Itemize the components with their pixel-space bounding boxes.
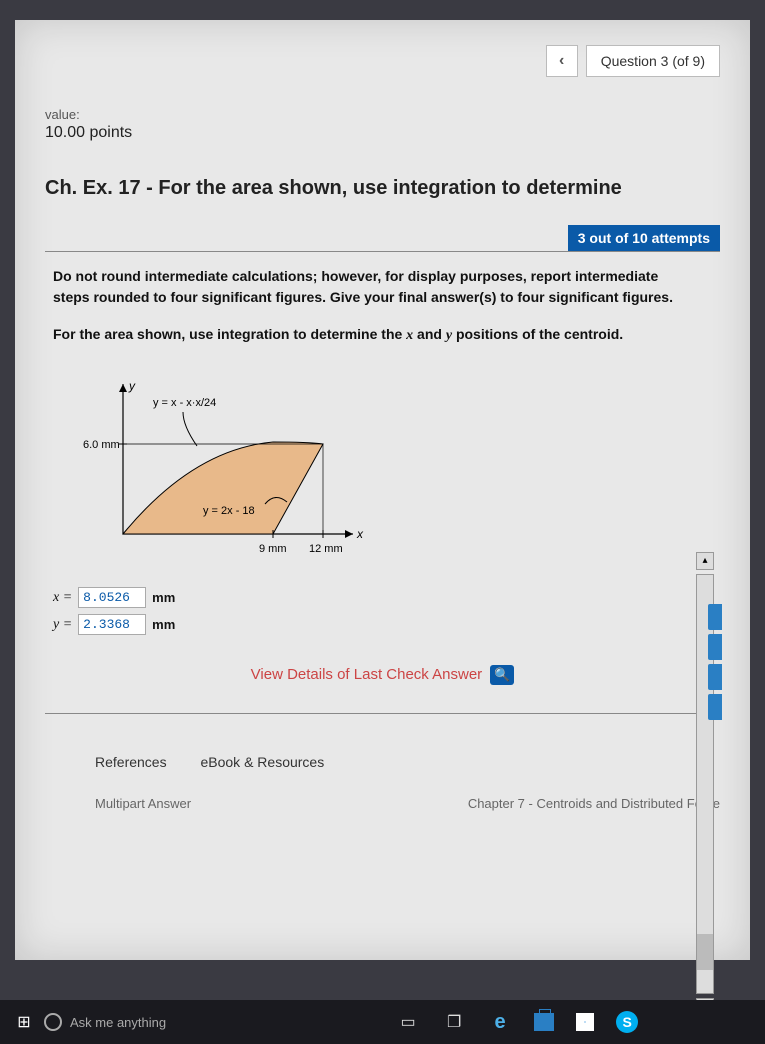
- windows-taskbar: ⊞ Ask me anything ▭ ❐ e S: [0, 1000, 765, 1044]
- y-answer-input[interactable]: [78, 614, 146, 635]
- x-axis-label: x: [356, 527, 364, 541]
- multitask-icon[interactable]: ❐: [442, 1012, 466, 1032]
- cortana-placeholder: Ask me anything: [70, 1015, 166, 1030]
- view-details-link[interactable]: View Details of Last Check Answer: [251, 666, 483, 683]
- skype-icon[interactable]: S: [616, 1011, 638, 1033]
- x-unit: mm: [152, 590, 175, 605]
- problem-panel: ▴ ▾ Do not round intermediate calculatio…: [45, 251, 720, 714]
- file-explorer-icon[interactable]: [534, 1013, 554, 1031]
- side-tab[interactable]: [708, 634, 722, 660]
- multipart-label: Multipart Answer: [95, 796, 191, 811]
- y-axis-label: y: [128, 379, 136, 393]
- value-label: value:: [45, 107, 720, 122]
- scroll-up-button[interactable]: ▴: [696, 552, 714, 570]
- curve1-label: y = x - x·x/24: [153, 397, 216, 409]
- side-tab[interactable]: [708, 604, 722, 630]
- app-window: ‹ Question 3 (of 9) value: 10.00 points …: [15, 20, 750, 960]
- side-tab[interactable]: [708, 694, 722, 720]
- chapter-label: Chapter 7 - Centroids and Distributed Fo…: [468, 796, 720, 811]
- side-tab[interactable]: [708, 664, 722, 690]
- x-answer-label: x =: [53, 590, 72, 606]
- y-answer-label: y =: [53, 617, 72, 633]
- task-view-icon[interactable]: ▭: [396, 1012, 420, 1032]
- taskbar-icons: ▭ ❐ e S: [396, 1011, 638, 1034]
- value-block: value: 10.00 points: [15, 97, 750, 167]
- magnify-icon[interactable]: 🔍: [490, 665, 514, 685]
- x-tick-9: 9 mm: [259, 543, 287, 555]
- resource-links: References eBook & Resources: [15, 714, 750, 778]
- side-tabs: [708, 604, 722, 724]
- prompt-suffix: positions of the centroid.: [452, 326, 623, 342]
- x-answer-input[interactable]: [78, 587, 146, 608]
- cortana-search[interactable]: Ask me anything: [44, 1013, 166, 1031]
- prompt-mid: and: [413, 326, 446, 342]
- answer-block: x = mm y = mm: [53, 587, 712, 635]
- question-indicator[interactable]: Question 3 (of 9): [586, 45, 720, 77]
- view-details-row: View Details of Last Check Answer 🔍: [53, 665, 712, 685]
- attempts-row: 3 out of 10 attempts: [15, 225, 750, 251]
- ebook-link[interactable]: eBook & Resources: [200, 754, 324, 770]
- footer-row: Multipart Answer Chapter 7 - Centroids a…: [15, 778, 750, 811]
- answer-row-y: y = mm: [53, 614, 712, 635]
- cortana-icon: [44, 1013, 62, 1031]
- attempts-badge: 3 out of 10 attempts: [568, 225, 720, 251]
- prompt-prefix: For the area shown, use integration to d…: [53, 326, 406, 342]
- curve2-label: y = 2x - 18: [203, 505, 255, 517]
- prompt-text: For the area shown, use integration to d…: [53, 326, 693, 344]
- scrollbar-thumb[interactable]: [697, 934, 713, 970]
- y-unit: mm: [152, 617, 175, 632]
- centroid-diagram: y x 6.0 mm 9 mm 12 mm y = x - x·x/24 y =…: [53, 364, 393, 564]
- store-icon[interactable]: [576, 1013, 594, 1031]
- references-link[interactable]: References: [95, 754, 167, 770]
- y-tick-label: 6.0 mm: [83, 439, 120, 451]
- question-title: Ch. Ex. 17 - For the area shown, use int…: [15, 167, 750, 225]
- instructions-text: Do not round intermediate calculations; …: [53, 266, 693, 308]
- edge-icon[interactable]: e: [488, 1011, 512, 1034]
- prev-question-button[interactable]: ‹: [546, 45, 578, 77]
- points-value: 10.00 points: [45, 124, 720, 142]
- question-nav-bar: ‹ Question 3 (of 9): [15, 35, 750, 97]
- x-tick-12: 12 mm: [309, 543, 343, 555]
- answer-row-x: x = mm: [53, 587, 712, 608]
- start-button[interactable]: ⊞: [14, 1012, 34, 1032]
